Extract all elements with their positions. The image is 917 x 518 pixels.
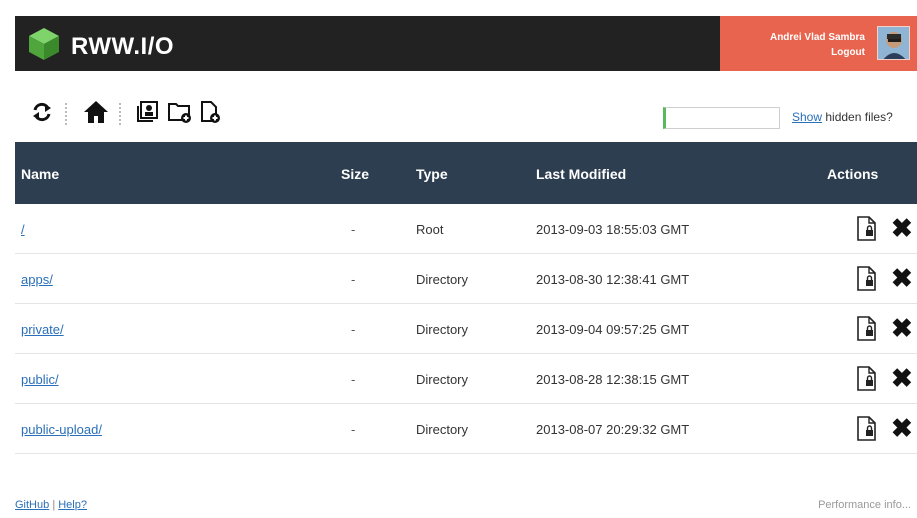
file-link[interactable]: public/ <box>21 372 59 387</box>
help-link[interactable]: Help? <box>58 499 87 511</box>
toolbar <box>15 95 275 131</box>
cube-logo-icon <box>27 26 61 67</box>
toolbar-divider <box>119 103 121 125</box>
avatar[interactable] <box>877 26 910 60</box>
file-size: - <box>351 222 356 237</box>
github-link[interactable]: GitHub <box>15 499 49 511</box>
file-permissions-icon[interactable] <box>856 266 878 292</box>
column-type[interactable]: Type <box>416 166 448 182</box>
table-header: Name Size Type Last Modified Actions <box>15 142 917 204</box>
file-last-modified: 2013-08-07 20:29:32 GMT <box>536 422 690 437</box>
profile-icon[interactable] <box>133 95 163 129</box>
file-name-cell: apps/ <box>21 272 53 287</box>
new-folder-icon[interactable] <box>165 95 195 129</box>
file-table: Name Size Type Last Modified Actions / - R… <box>15 142 917 454</box>
column-actions: Actions <box>827 166 879 182</box>
file-size: - <box>351 372 356 387</box>
file-permissions-icon[interactable] <box>856 366 878 392</box>
footer-separator: | <box>52 499 56 511</box>
file-name-cell: public/ <box>21 372 59 387</box>
file-link[interactable]: apps/ <box>21 272 53 287</box>
column-last-modified[interactable]: Last Modified <box>536 166 626 182</box>
table-row: public-upload/ - Directory 2013-08-07 20:29… <box>15 404 917 454</box>
file-permissions-icon[interactable] <box>856 316 878 342</box>
file-name-cell: private/ <box>21 322 64 337</box>
logout-link[interactable]: Logout <box>831 47 865 58</box>
file-last-modified: 2013-09-03 18:55:03 GMT <box>536 222 690 237</box>
file-size: - <box>351 322 356 337</box>
delete-icon[interactable]: ✖ <box>891 264 913 292</box>
file-type: Directory <box>416 272 469 287</box>
file-permissions-icon[interactable] <box>856 416 878 442</box>
file-type: Directory <box>416 372 469 387</box>
user-name: Andrei Vlad Sambra <box>769 32 865 43</box>
file-type: Directory <box>416 322 469 337</box>
table-row: apps/ - Directory 2013-08-30 12:38:41 GMT ✖ <box>15 254 917 304</box>
file-link[interactable]: private/ <box>21 322 64 337</box>
file-link[interactable]: public-upload/ <box>21 422 102 437</box>
brand-title: RWW.I/O <box>71 32 175 60</box>
file-size: - <box>351 422 356 437</box>
file-size: - <box>351 272 356 287</box>
file-last-modified: 2013-08-30 12:38:41 GMT <box>536 272 690 287</box>
file-last-modified: 2013-09-04 09:57:25 GMT <box>536 322 690 337</box>
column-size[interactable]: Size <box>341 166 369 182</box>
file-permissions-icon[interactable] <box>856 216 878 242</box>
top-bar: RWW.I/O Andrei Vlad Sambra Logout <box>15 16 917 71</box>
file-type: Root <box>416 222 444 237</box>
new-file-icon[interactable] <box>195 95 225 129</box>
delete-icon[interactable]: ✖ <box>891 364 913 392</box>
refresh-icon[interactable] <box>27 95 57 129</box>
delete-icon[interactable]: ✖ <box>891 214 913 242</box>
file-name-cell: public-upload/ <box>21 422 102 437</box>
hidden-files-toggle: Show hidden files? <box>792 110 893 124</box>
delete-icon[interactable]: ✖ <box>891 414 913 442</box>
table-row: private/ - Directory 2013-09-04 09:57:25 GM… <box>15 304 917 354</box>
toolbar-divider <box>65 103 67 125</box>
brand[interactable]: RWW.I/O <box>27 26 174 67</box>
file-link[interactable]: / <box>21 222 25 237</box>
table-row: public/ - Directory 2013-08-28 12:38:15 GMT… <box>15 354 917 404</box>
column-name[interactable]: Name <box>21 166 59 182</box>
footer-links: GitHub | Help? <box>15 499 87 511</box>
search-input[interactable] <box>663 107 780 129</box>
delete-icon[interactable]: ✖ <box>891 314 913 342</box>
performance-info[interactable]: Performance info... <box>818 499 911 511</box>
table-row: / - Root 2013-09-03 18:55:03 GMT ✖ <box>15 204 917 254</box>
home-icon[interactable] <box>81 95 111 129</box>
file-type: Directory <box>416 422 469 437</box>
file-name-cell: / <box>21 222 25 237</box>
hidden-files-label: hidden files? <box>822 110 893 124</box>
file-last-modified: 2013-08-28 12:38:15 GMT <box>536 372 690 387</box>
user-menu: Andrei Vlad Sambra Logout <box>720 16 917 71</box>
show-hidden-files-link[interactable]: Show <box>792 110 822 124</box>
